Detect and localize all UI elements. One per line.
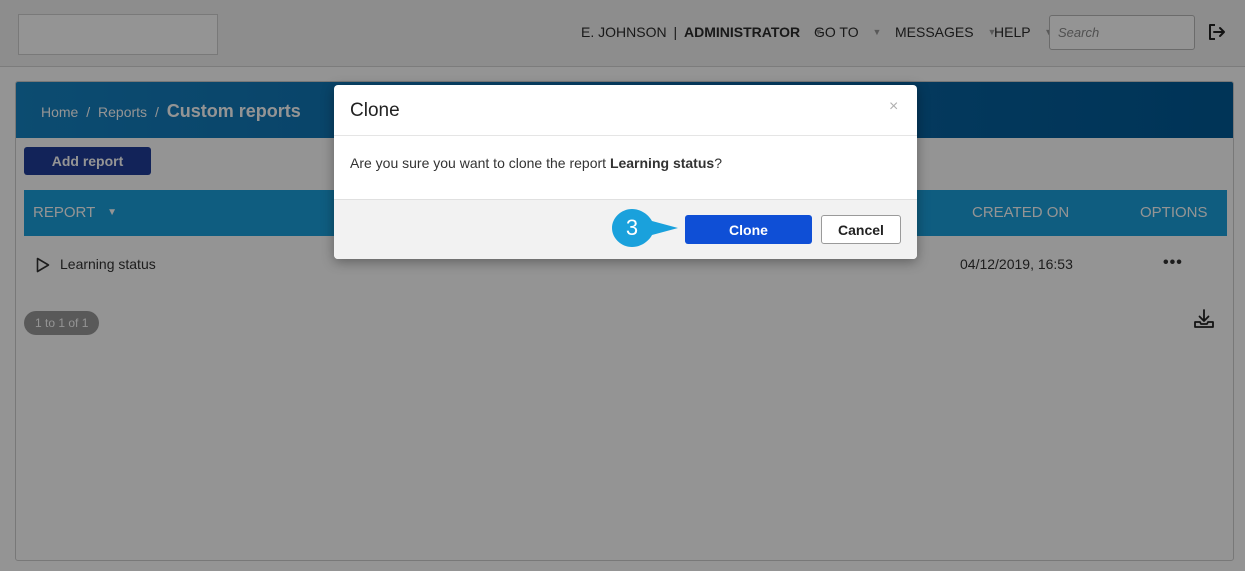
dialog-report-name: Learning status <box>609 155 715 171</box>
cancel-button[interactable]: Cancel <box>821 215 901 244</box>
clone-button[interactable]: Clone <box>685 215 812 244</box>
dialog-message-prefix: Are you sure you want to clone the repor… <box>350 155 610 171</box>
dialog-message-suffix: ? <box>714 155 722 171</box>
app-window: E. JOHNSON | ADMINISTRATOR ▼ GO TO ▼ MES… <box>0 0 1245 571</box>
dialog-header: Clone × <box>334 85 917 136</box>
dialog-message: Are you sure you want to clone the repor… <box>350 155 722 171</box>
close-icon[interactable]: × <box>889 98 898 116</box>
step-marker-number: 3 <box>625 215 639 240</box>
dialog-title: Clone <box>350 100 400 121</box>
